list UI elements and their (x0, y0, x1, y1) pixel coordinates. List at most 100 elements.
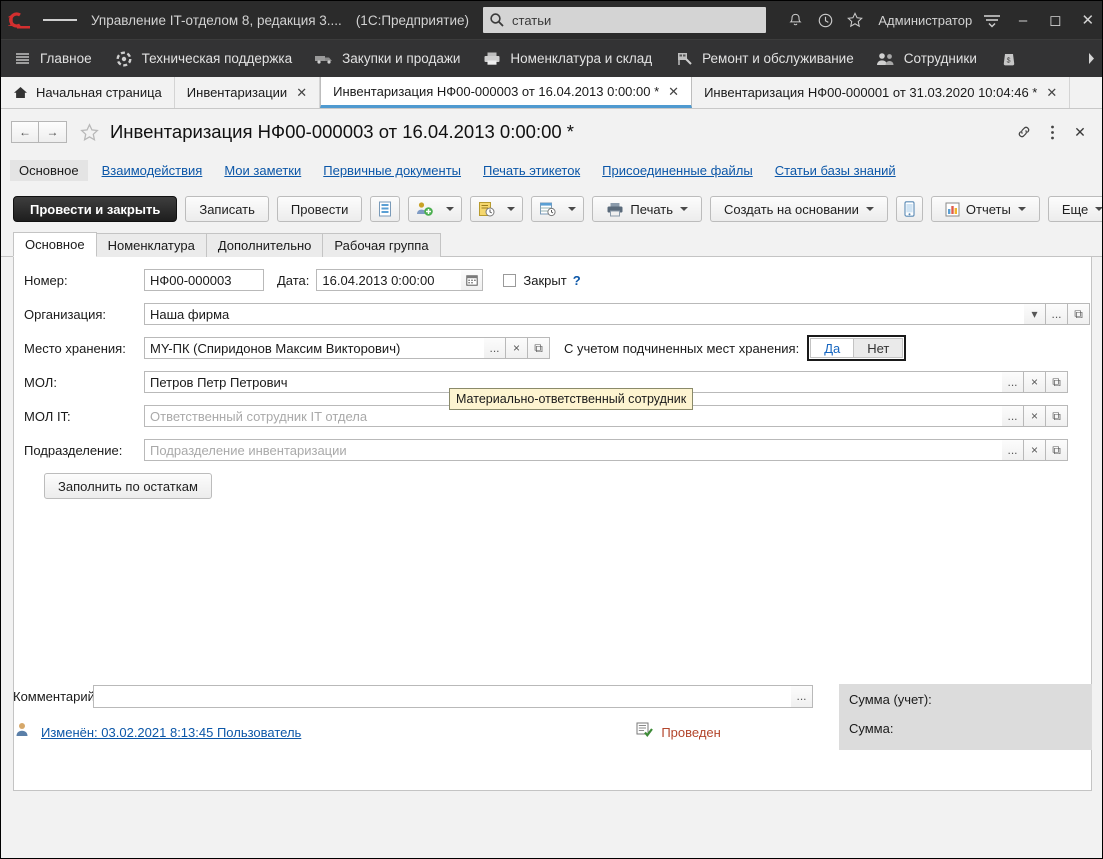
toggle-yes[interactable]: Да (810, 338, 853, 358)
search-input[interactable] (510, 12, 760, 29)
star-icon[interactable] (840, 1, 870, 39)
close-button[interactable]: ✕ (1072, 1, 1103, 39)
dropdown-button[interactable]: ▾ (1024, 303, 1046, 325)
truck-icon (314, 50, 334, 68)
number-input[interactable]: НФ00-000003 (144, 269, 264, 291)
chevron-right-icon[interactable] (1078, 40, 1103, 78)
clear-button[interactable]: × (1024, 405, 1046, 427)
modified-link[interactable]: Изменён: 03.02.2021 8:13:45 Пользователь (41, 725, 301, 740)
comment-input[interactable] (93, 685, 791, 708)
favorite-star-icon[interactable] (79, 122, 100, 143)
task-button[interactable] (470, 196, 523, 222)
search-icon (489, 12, 505, 28)
hamburger-icon[interactable] (43, 1, 77, 39)
open-button[interactable]: ⧉ (1068, 303, 1090, 325)
menu-item-employees[interactable]: Сотрудники (865, 40, 988, 78)
journal-icon (539, 201, 556, 217)
open-button[interactable]: ⧉ (528, 337, 550, 359)
select-button[interactable]: ... (1046, 303, 1068, 325)
link-icon[interactable] (1010, 119, 1038, 145)
money-icon: $ (999, 50, 1019, 68)
clear-button[interactable]: × (1024, 371, 1046, 393)
menu-item-repair-service[interactable]: Ремонт и обслуживание (663, 40, 865, 78)
menu-label: Главное (40, 51, 92, 66)
form-tab-osnovnoe[interactable]: Основное (13, 232, 97, 257)
post-button[interactable]: Провести (277, 196, 363, 222)
department-input[interactable]: Подразделение инвентаризации (144, 439, 1002, 461)
more-button[interactable]: Еще (1048, 196, 1103, 222)
organization-input[interactable]: Наша фирма (144, 303, 1024, 325)
calendar-icon[interactable] (461, 269, 483, 291)
form-tab-nomenklatura[interactable]: Номенклатура (96, 233, 207, 257)
tab-close-icon[interactable]: ✕ (296, 86, 307, 99)
print-button[interactable]: Печать (592, 196, 702, 222)
date-input[interactable]: 16.04.2013 0:00:00 (316, 269, 461, 291)
clear-button[interactable]: × (506, 337, 528, 359)
journal-button[interactable] (531, 196, 584, 222)
menu-item-glavnoe[interactable]: Главное (1, 40, 103, 78)
menu-item-tech-support[interactable]: Техническая поддержка (103, 40, 304, 78)
menu-item-purchases-sales[interactable]: Закупки и продажи (303, 40, 471, 78)
list-icon (12, 50, 32, 68)
tools-icon (674, 50, 694, 68)
comment-select-button[interactable]: ... (791, 685, 813, 708)
department-label: Подразделение: (24, 443, 144, 458)
navlink-vzaimodeystviya[interactable]: Взаимодействия (102, 163, 203, 178)
titlebar-icon-group (780, 1, 870, 39)
mol-label: МОЛ: (24, 375, 144, 390)
subordinate-storage-toggle[interactable]: Да Нет (807, 335, 906, 361)
navlink-moi-zametki[interactable]: Мои заметки (224, 163, 301, 178)
toggle-no[interactable]: Нет (853, 338, 903, 358)
navlink-stati-bazy-znaniy[interactable]: Статьи базы знаний (775, 163, 896, 178)
menu-label: Сотрудники (904, 51, 977, 66)
maximize-button[interactable]: ◻ (1039, 1, 1071, 39)
save-button[interactable]: Записать (185, 196, 269, 222)
form-tab-rabochaya-gruppa[interactable]: Рабочая группа (322, 233, 440, 257)
number-label: Номер: (24, 273, 144, 288)
select-button[interactable]: ... (1002, 439, 1024, 461)
menu-item-nomenclature-warehouse[interactable]: Номенклатура и склад (471, 40, 663, 78)
back-button[interactable]: ← (11, 121, 39, 143)
clear-button[interactable]: × (1024, 439, 1046, 461)
platform-label: (1С:Предприятие) (356, 13, 469, 28)
forward-button[interactable]: → (39, 121, 67, 143)
menu-item-finance[interactable]: $ (988, 40, 1038, 78)
navlink-osnovnoe[interactable]: Основное (10, 160, 88, 181)
tab-home[interactable]: Начальная страница (1, 77, 175, 108)
reports-button[interactable]: Отчеты (931, 196, 1040, 222)
create-based-on-button[interactable]: Создать на основании (710, 196, 888, 222)
form-tab-dopolnitelno[interactable]: Дополнительно (206, 233, 324, 257)
tab-inventarizacii[interactable]: Инвентаризации ✕ (175, 77, 320, 108)
select-button[interactable]: ... (1002, 405, 1024, 427)
open-button[interactable]: ⧉ (1046, 371, 1068, 393)
register-button[interactable] (370, 196, 400, 222)
mobile-button[interactable] (896, 196, 923, 222)
tab-inventory-nf00-000003[interactable]: Инвентаризация НФ00-000003 от 16.04.2013… (320, 77, 692, 108)
storage-input[interactable]: MY-ПК (Спиридонов Максим Викторович) (144, 337, 484, 359)
select-button[interactable]: ... (1002, 371, 1024, 393)
search-box[interactable] (483, 7, 766, 33)
history-icon[interactable] (810, 1, 840, 39)
minimize-button[interactable]: – (1007, 1, 1039, 39)
open-button[interactable]: ⧉ (1046, 405, 1068, 427)
post-and-close-button[interactable]: Провести и закрыть (13, 196, 177, 222)
close-document-icon[interactable]: ✕ (1066, 119, 1094, 145)
create-based-on-label: Создать на основании (724, 202, 859, 217)
bell-icon[interactable] (780, 1, 810, 39)
fill-by-balance-button[interactable]: Заполнить по остаткам (44, 473, 212, 499)
main-menu-icon[interactable] (978, 1, 1007, 39)
row-number-date: Номер: НФ00-000003 Дата: 16.04.2013 0:00… (24, 269, 1081, 291)
navlink-pervichnye-dokumenty[interactable]: Первичные документы (323, 163, 461, 178)
add-contact-button[interactable] (408, 196, 462, 222)
select-button[interactable]: ... (484, 337, 506, 359)
tab-close-icon[interactable]: ✕ (1046, 86, 1057, 99)
closed-checkbox[interactable] (503, 274, 516, 287)
tab-close-icon[interactable]: ✕ (668, 85, 679, 98)
kebab-menu-icon[interactable] (1038, 119, 1066, 145)
open-button[interactable]: ⧉ (1046, 439, 1068, 461)
tab-inventory-nf00-000001[interactable]: Инвентаризация НФ00-000001 от 31.03.2020… (692, 77, 1070, 108)
navlink-prisoedinennye-fayly[interactable]: Присоединенные файлы (602, 163, 753, 178)
add-contact-icon (416, 201, 434, 217)
help-icon[interactable]: ? (573, 273, 581, 288)
navlink-pechat-etiketok[interactable]: Печать этикеток (483, 163, 580, 178)
